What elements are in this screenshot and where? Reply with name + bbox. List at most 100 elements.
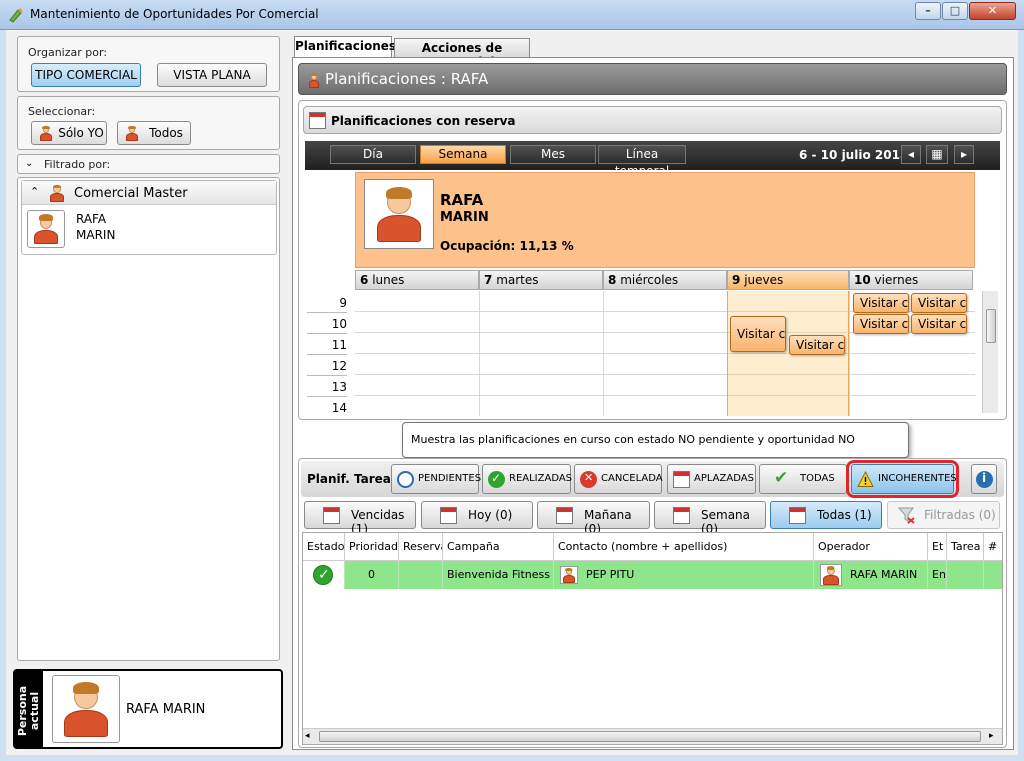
appointment[interactable]: Visitar cl xyxy=(853,314,909,334)
vista-plana-button[interactable]: VISTA PLANA xyxy=(157,63,267,87)
tree-panel: ⌃ Comercial Master RAFA MARIN xyxy=(17,177,280,661)
organize-group: Organizar por: TIPO COMERCIAL VISTA PLAN… xyxy=(17,36,280,92)
view-month-button[interactable]: Mes xyxy=(510,145,596,164)
day-header[interactable]: 10 viernes xyxy=(849,270,973,290)
day-header[interactable]: 8 miércoles xyxy=(603,270,727,290)
tasks-grid: Estado Prioridad Reserva Campaña Contact… xyxy=(302,532,1003,745)
hour-separator xyxy=(307,354,347,355)
col-reserva[interactable]: Reserva xyxy=(399,533,443,561)
resource-avatar xyxy=(364,179,434,249)
person-icon xyxy=(820,564,842,586)
view-week-button[interactable]: Semana xyxy=(420,145,506,164)
col-tarea[interactable]: Tarea xyxy=(947,533,984,561)
day-header-today[interactable]: 9 jueves xyxy=(727,270,849,290)
member-item[interactable]: RAFA MARIN xyxy=(25,208,275,252)
cancel-icon: ✕ xyxy=(580,471,597,488)
contacto-name: PEP PITU xyxy=(586,568,635,581)
info-button[interactable]: i xyxy=(971,464,997,494)
number-cell xyxy=(984,561,1002,589)
horizontal-scrollbar[interactable]: ◂ ▸ xyxy=(303,728,1002,744)
col-operador[interactable]: Operador xyxy=(814,533,928,561)
hour-label: 13 xyxy=(331,380,347,394)
filter-filtradas: Filtradas (0) xyxy=(887,501,1000,529)
current-person-panel: Persona actual RAFA MARIN xyxy=(13,669,283,749)
appointment[interactable]: Visitar cl xyxy=(789,335,845,355)
resource-header: RAFA MARIN Ocupación: 11,13 % xyxy=(355,172,975,268)
users-icon xyxy=(124,125,140,141)
organize-label: Organizar por: xyxy=(28,46,108,59)
scroll-right-icon[interactable]: ▸ xyxy=(989,731,994,741)
operador-cell: RAFA MARIN xyxy=(814,561,928,589)
calendar-icon xyxy=(673,471,690,488)
prev-week-button[interactable]: ◂ xyxy=(901,145,921,164)
member-last-name: MARIN xyxy=(76,228,116,242)
appointment[interactable]: Visitar cl xyxy=(730,316,786,352)
contacto-cell: PEP PITU xyxy=(554,561,814,589)
filter-manana[interactable]: Mañana (0) xyxy=(537,501,650,536)
grid-header: Estado Prioridad Reserva Campaña Contact… xyxy=(303,533,1002,561)
scroll-left-icon[interactable]: ◂ xyxy=(305,731,310,741)
todos-button[interactable]: Todos xyxy=(117,121,191,145)
view-timeline-button[interactable]: Línea temporal xyxy=(598,145,686,178)
group-node: ⌃ Comercial Master RAFA MARIN xyxy=(21,180,277,255)
filter-hoy[interactable]: Hoy (0) xyxy=(421,501,533,529)
col-estado[interactable]: Estado xyxy=(303,533,345,561)
close-button[interactable]: ✕ xyxy=(969,2,1016,20)
cancelada-button[interactable]: ✕ CANCELADA xyxy=(574,464,663,494)
filter-header[interactable]: ⌄ Filtrado por: xyxy=(17,154,280,174)
tab-acciones-comercial[interactable]: Acciones de comercial xyxy=(394,38,530,69)
maximize-button[interactable]: □ xyxy=(942,2,968,20)
hour-separator xyxy=(307,333,347,334)
todas-button[interactable]: ✔ TODAS xyxy=(759,464,847,494)
select-group: Seleccionar: Sólo YO Todos xyxy=(17,96,280,150)
tasks-panel: Planif. Tareas PENDIENTES ✓ REALIZADAS ✕… xyxy=(298,458,1007,748)
scrollbar-thumb[interactable] xyxy=(319,731,981,742)
filter-semana[interactable]: Semana (0) xyxy=(654,501,766,536)
col-campana[interactable]: Campaña xyxy=(443,533,554,561)
occupation-text: Ocupación: 11,13 % xyxy=(440,239,574,253)
tipo-comercial-button[interactable]: TIPO COMERCIAL xyxy=(31,63,141,87)
pendientes-button[interactable]: PENDIENTES xyxy=(391,464,481,494)
info-icon: i xyxy=(976,471,993,488)
scrollbar-thumb[interactable] xyxy=(986,309,996,343)
next-week-button[interactable]: ▸ xyxy=(954,145,974,164)
reserva-cell xyxy=(399,561,443,589)
person-icon xyxy=(57,680,115,738)
resource-first-name: RAFA xyxy=(440,191,484,209)
minimize-button[interactable]: – xyxy=(915,2,941,20)
user-icon xyxy=(38,125,54,141)
status-cell: ✓ xyxy=(303,561,345,589)
col-et[interactable]: Et xyxy=(928,533,947,561)
check-icon: ✓ xyxy=(488,471,505,488)
col-contacto[interactable]: Contacto (nombre + apellidos) xyxy=(554,533,814,561)
calendar-icon xyxy=(309,112,326,129)
hour-separator xyxy=(307,396,347,397)
solo-yo-button[interactable]: Sólo YO xyxy=(31,121,107,145)
group-node-header[interactable]: ⌃ Comercial Master xyxy=(22,181,276,205)
calendar-picker-button[interactable]: ▦ xyxy=(926,145,948,164)
table-row[interactable]: ✓ 0 Bienvenida Fitness PEP PITU RAFA MAR… xyxy=(303,561,1002,589)
appointment[interactable]: Visitar cl xyxy=(911,314,967,334)
grid-divider xyxy=(603,291,604,416)
tooltip: Muestra las planificaciones en curso con… xyxy=(402,422,909,480)
hour-label: 12 xyxy=(331,359,347,373)
appointment[interactable]: Visitar cl xyxy=(911,293,967,313)
person-icon xyxy=(30,213,62,245)
col-prioridad[interactable]: Prioridad xyxy=(345,533,399,561)
grid-divider xyxy=(479,291,480,416)
chevron-up-icon[interactable]: ⌃ xyxy=(30,185,39,198)
filter-vencidas[interactable]: Vencidas (1) xyxy=(304,501,416,536)
view-day-button[interactable]: Día xyxy=(330,145,416,164)
day-header[interactable]: 7 martes xyxy=(479,270,603,290)
day-header[interactable]: 6 lunes xyxy=(355,270,479,290)
et-cell: Env xyxy=(928,561,947,589)
aplazadas-button[interactable]: APLAZADAS xyxy=(667,464,756,494)
realizadas-button[interactable]: ✓ REALIZADAS xyxy=(482,464,572,494)
calendar-scrollbar[interactable] xyxy=(982,291,998,413)
grid-divider xyxy=(849,291,850,416)
col-number[interactable]: # xyxy=(984,533,1002,561)
filter-todas[interactable]: Todas (1) xyxy=(770,501,882,529)
appointment[interactable]: Visitar cl xyxy=(853,293,909,313)
tab-planificaciones[interactable]: Planificaciones xyxy=(294,36,396,57)
current-person-label: Persona actual xyxy=(16,685,41,737)
